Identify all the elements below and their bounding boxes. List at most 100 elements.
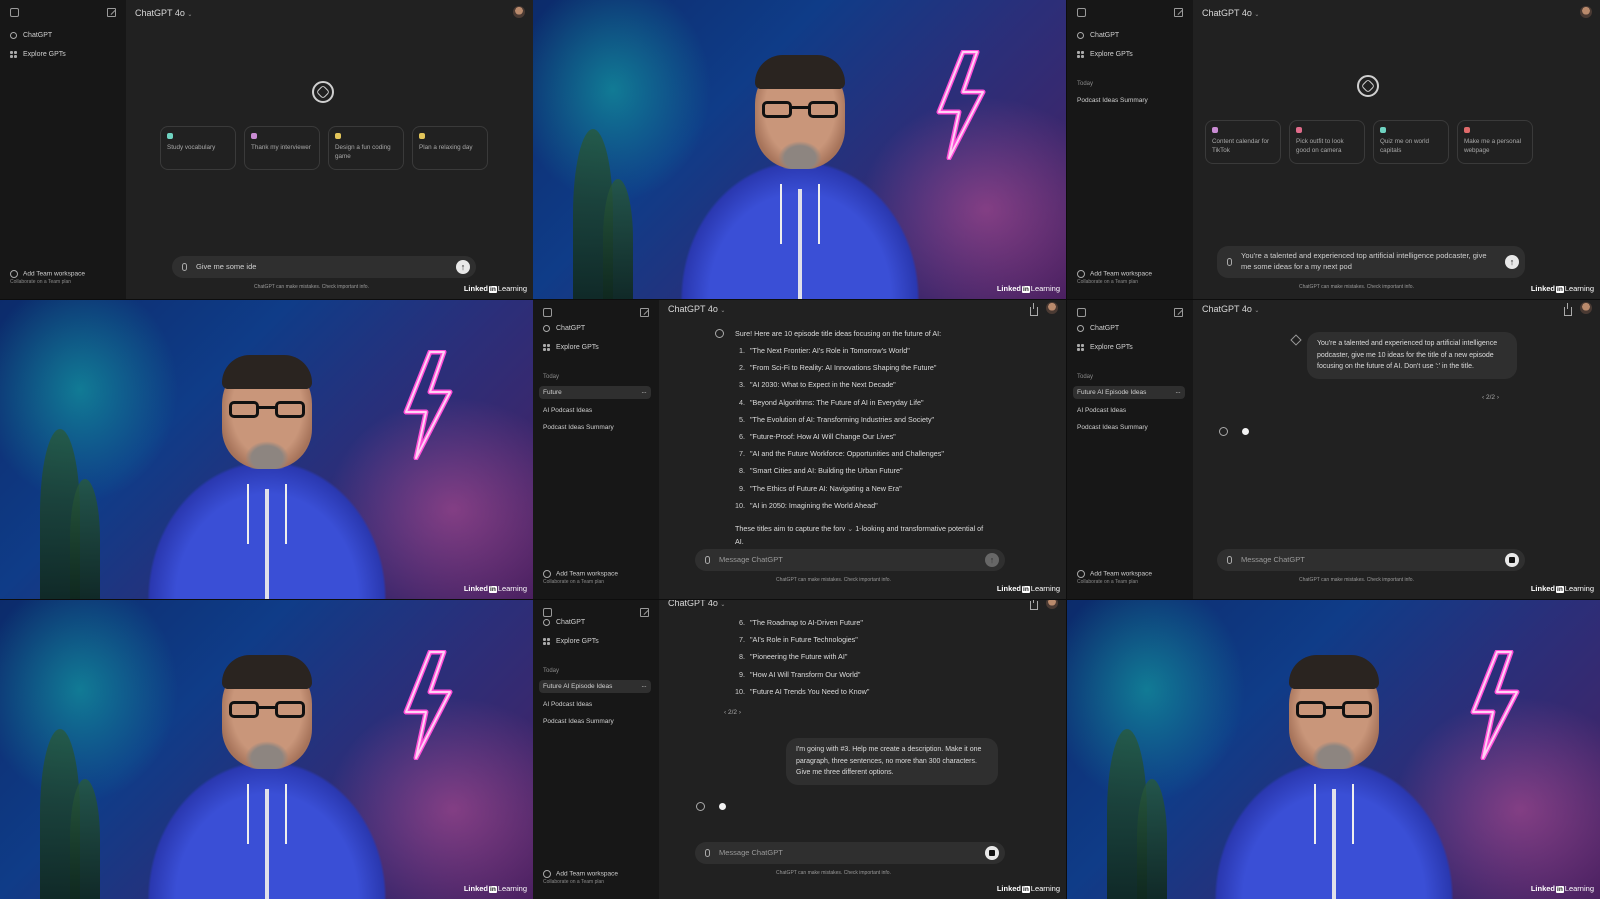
- plant-decoration: [70, 779, 100, 899]
- model-selector[interactable]: ChatGPT 4o ⌄: [1202, 8, 1259, 18]
- response-pager[interactable]: ‹ 2/2 ›: [1482, 394, 1499, 401]
- tile-chatgpt-home: ChatGPT Explore GPTs Add Team workspace C…: [0, 0, 533, 299]
- model-selector[interactable]: ChatGPT 4o ⌄: [668, 600, 725, 608]
- send-button[interactable]: ↑: [1505, 255, 1519, 269]
- neon-lightning-bolt: [403, 350, 453, 460]
- list-item-number: 5.: [739, 414, 745, 424]
- new-chat-icon[interactable]: [107, 8, 116, 17]
- new-chat-icon[interactable]: [640, 308, 649, 317]
- list-item-text: "Beyond Algorithms: The Future of AI in …: [750, 397, 924, 407]
- add-team-workspace[interactable]: Add Team workspace Collaborate on a Team …: [1077, 270, 1152, 285]
- disclaimer: ChatGPT can make mistakes. Check importa…: [1299, 577, 1414, 583]
- more-options-icon[interactable]: ···: [1175, 388, 1181, 397]
- add-team-workspace[interactable]: Add Team workspace Collaborate on a Team …: [543, 570, 618, 585]
- response-pager[interactable]: ‹ 2/2 ›: [724, 709, 741, 716]
- sidebar-item-explore-gpts[interactable]: Explore GPTs: [543, 638, 599, 645]
- presenter-video: Linked in Learning: [1067, 600, 1600, 899]
- history-item-active[interactable]: Future AI Episode Ideas ···: [1073, 386, 1185, 399]
- sidebar-item-chatgpt[interactable]: ChatGPT: [1077, 32, 1119, 39]
- sidebar-item-explore-gpts[interactable]: Explore GPTs: [543, 344, 599, 351]
- model-selector[interactable]: ChatGPT 4o ⌄: [668, 304, 725, 314]
- new-chat-icon[interactable]: [640, 608, 649, 617]
- list-item-text: "The Roadmap to AI-Driven Future": [750, 618, 863, 627]
- list-item-text: "How AI Will Transform Our World": [750, 669, 861, 679]
- list-item-number: 2.: [739, 363, 745, 373]
- suggestion-card[interactable]: Thank my interviewer: [244, 126, 320, 170]
- sidebar-item-chatgpt[interactable]: ChatGPT: [543, 619, 585, 626]
- more-options-icon[interactable]: ···: [641, 388, 647, 397]
- glasses: [1295, 701, 1372, 719]
- history-item-active[interactable]: Future AI Episode Ideas ···: [539, 680, 651, 693]
- history-section-today: Today: [1077, 81, 1094, 87]
- history-item[interactable]: Podcast Ideas Summary: [539, 715, 651, 728]
- sidebar-item-explore-gpts[interactable]: Explore GPTs: [10, 51, 66, 58]
- add-team-workspace[interactable]: Add Team workspace Collaborate on a Team …: [543, 870, 618, 885]
- avatar[interactable]: [1580, 302, 1592, 314]
- sidebar-item-explore-gpts[interactable]: Explore GPTs: [1077, 51, 1133, 58]
- stop-generating-button[interactable]: [985, 846, 999, 860]
- suggestion-card[interactable]: Pick outfit to look good on camera: [1289, 120, 1365, 164]
- history-item[interactable]: AI Podcast Ideas: [1073, 404, 1185, 417]
- message-input[interactable]: Message ChatGPT: [1217, 549, 1525, 571]
- attach-icon[interactable]: [705, 556, 710, 564]
- message-input[interactable]: Give me some ide ↑: [172, 256, 476, 278]
- suggestion-card[interactable]: Quiz me on world capitals: [1373, 120, 1449, 164]
- sidebar-item-chatgpt[interactable]: ChatGPT: [543, 325, 585, 332]
- disclaimer: ChatGPT can make mistakes. Check importa…: [776, 870, 891, 876]
- sidebar-toggle-icon[interactable]: [10, 8, 19, 17]
- send-button[interactable]: ↑: [456, 260, 470, 274]
- avatar[interactable]: [1046, 302, 1058, 314]
- sidebar-item-explore-gpts[interactable]: Explore GPTs: [1077, 344, 1133, 351]
- attach-icon[interactable]: [1227, 258, 1232, 266]
- neon-lightning-bolt: [1470, 650, 1520, 760]
- sidebar-toggle-icon[interactable]: [543, 608, 552, 617]
- more-options-icon[interactable]: ···: [641, 682, 647, 691]
- message-input[interactable]: You're a talented and experienced top ar…: [1217, 246, 1525, 278]
- suggestion-card[interactable]: Content calendar for TikTok: [1205, 120, 1281, 164]
- message-input[interactable]: Message ChatGPT: [695, 842, 1005, 864]
- sidebar-toggle-icon[interactable]: [1077, 308, 1086, 317]
- disclaimer: ChatGPT can make mistakes. Check importa…: [1299, 284, 1414, 290]
- suggestion-card[interactable]: Design a fun coding game: [328, 126, 404, 170]
- avatar[interactable]: [1580, 6, 1592, 18]
- share-icon[interactable]: [1030, 303, 1038, 316]
- new-chat-icon[interactable]: [1174, 8, 1183, 17]
- scroll-down-icon[interactable]: ⌄: [847, 524, 853, 533]
- share-icon[interactable]: [1030, 600, 1038, 610]
- history-item[interactable]: AI Podcast Ideas: [539, 404, 651, 417]
- send-button[interactable]: ↑: [985, 553, 999, 567]
- avatar[interactable]: [513, 6, 525, 18]
- list-item: 6. "Future-Proof: How AI Will Change Our …: [731, 428, 944, 445]
- model-selector[interactable]: ChatGPT 4o ⌄: [1202, 304, 1259, 314]
- suggestion-card[interactable]: Make me a personal webpage: [1457, 120, 1533, 164]
- tile-presenter-video: Linked in Learning: [0, 300, 533, 599]
- history-item[interactable]: AI Podcast Ideas: [539, 698, 651, 711]
- sidebar-toggle-icon[interactable]: [543, 308, 552, 317]
- new-chat-icon[interactable]: [1174, 308, 1183, 317]
- avatar[interactable]: [1046, 600, 1058, 609]
- suggestion-card[interactable]: Plan a relaxing day: [412, 126, 488, 170]
- stop-generating-button[interactable]: [1505, 553, 1519, 567]
- attach-icon[interactable]: [1227, 556, 1232, 564]
- neon-lightning-bolt: [936, 50, 986, 160]
- sidebar-toggle-icon[interactable]: [1077, 8, 1086, 17]
- sidebar-item-chatgpt[interactable]: ChatGPT: [10, 32, 52, 39]
- add-team-workspace[interactable]: Add Team workspace Collaborate on a Team …: [1077, 570, 1152, 585]
- model-selector[interactable]: ChatGPT 4o ⌄: [135, 8, 192, 18]
- history-item-active[interactable]: Future ···: [539, 386, 651, 399]
- list-item: 2. "From Sci-Fi to Reality: AI Innovation…: [731, 359, 944, 376]
- history-item[interactable]: Podcast Ideas Summary: [539, 421, 651, 434]
- share-icon[interactable]: [1564, 303, 1572, 316]
- message-input[interactable]: Message ChatGPT ↑: [695, 549, 1005, 571]
- list-item-number: 4.: [739, 397, 745, 407]
- suggestion-card[interactable]: Study vocabulary: [160, 126, 236, 170]
- history-item[interactable]: Podcast Ideas Summary: [1073, 94, 1185, 107]
- chatgpt-app: ChatGPT Explore GPTs Add Team workspace C…: [0, 0, 533, 299]
- attach-icon[interactable]: [182, 263, 187, 271]
- history-item[interactable]: Podcast Ideas Summary: [1073, 421, 1185, 434]
- sidebar-item-chatgpt[interactable]: ChatGPT: [1077, 325, 1119, 332]
- edit-message-icon[interactable]: [1290, 334, 1302, 346]
- assistant-avatar-icon: [696, 802, 705, 811]
- add-team-workspace[interactable]: Add Team workspace Collaborate on a Team …: [10, 270, 85, 285]
- attach-icon[interactable]: [705, 849, 710, 857]
